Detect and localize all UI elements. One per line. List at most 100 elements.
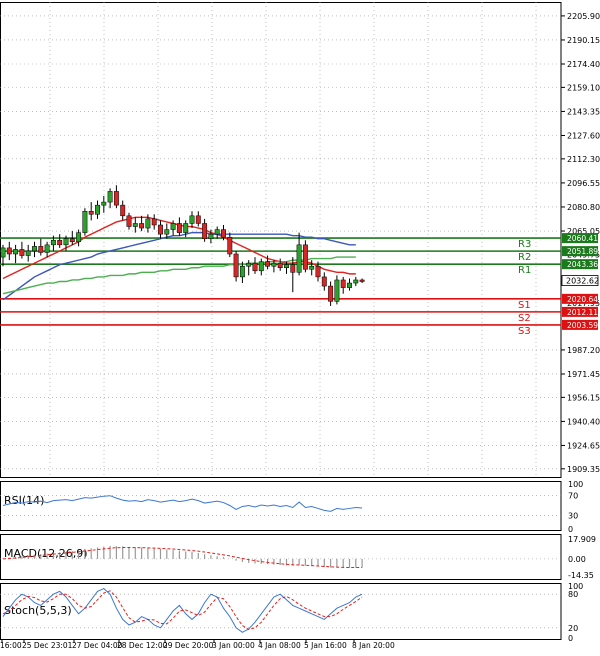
candle-body	[252, 262, 258, 272]
candle-body	[302, 244, 308, 270]
candle-body	[113, 191, 119, 206]
price-axis: 2205.90 2190.15 2174.40 2159.10 2143.35 2127.…	[561, 12, 600, 474]
candle-body	[233, 253, 239, 278]
pivot-price-tag-label: 2043.36	[567, 260, 598, 269]
candle-body	[101, 201, 107, 206]
time-tick-label: 29 Dec 20:00	[163, 641, 214, 650]
macd-panel: MACD(12,26,9) 17.909 0.00 -14.35	[0, 535, 596, 580]
price-tick-label: 1924.65	[567, 441, 600, 450]
time-tick-label: 27 Dec 04:00	[72, 641, 123, 650]
grid-lines	[0, 2, 561, 477]
price-tick-label: 1987.20	[567, 346, 600, 355]
candle-body	[95, 204, 100, 215]
time-tick-label: 25 Dec 23:01	[22, 641, 73, 650]
price-tick-label: 2143.35	[567, 107, 600, 116]
macd-tick-label: 17.909	[568, 535, 596, 544]
candle-body	[57, 240, 63, 246]
time-axis: 16:00 25 Dec 23:01 27 Dec 04:0028 Dec 12:0…	[0, 639, 395, 650]
rsi-tick-label: 0	[568, 525, 573, 534]
candle-body	[19, 249, 25, 256]
price-tick-label: 2080.80	[567, 203, 600, 212]
price-tick-label: 2190.15	[567, 36, 600, 45]
candle-body	[164, 229, 170, 235]
rsi-tick-label: 30	[568, 511, 578, 520]
candle-body	[13, 249, 19, 255]
price-tick-label: 2205.90	[567, 12, 600, 21]
candle-body	[353, 279, 359, 284]
candle-body	[265, 261, 271, 267]
candle-body	[195, 215, 201, 224]
candle-body	[202, 223, 208, 239]
candle-body	[176, 223, 182, 233]
pivot-price-tag-label: 2003.59	[567, 321, 598, 330]
price-tick-label: 1971.45	[567, 370, 600, 379]
candle-body	[6, 247, 12, 255]
pivot-label-s2: S2	[518, 313, 531, 324]
candle-body	[158, 224, 163, 235]
price-tick-label: 1909.35	[567, 465, 600, 474]
candle-body	[139, 223, 145, 229]
candle-body	[359, 279, 365, 282]
candle-body	[126, 215, 132, 227]
candle-body	[50, 240, 56, 246]
candle-body	[258, 261, 264, 272]
candle-body	[151, 218, 157, 226]
candle-body	[107, 191, 113, 203]
candle-body	[120, 204, 126, 217]
rsi-line	[2, 495, 363, 512]
candle-body	[44, 244, 50, 253]
pivot-label-r2: R2	[518, 252, 531, 263]
time-tick-label: 28 Dec 12:00	[117, 641, 168, 650]
pivot-price-tag-label: 2012.11	[567, 308, 598, 317]
pivot-price-tag-label: 2051.89	[567, 247, 598, 256]
candle-body	[0, 247, 6, 258]
candle-body	[340, 279, 346, 288]
rsi-tick-label: 100	[568, 480, 583, 489]
pivot-label-s1: S1	[518, 300, 531, 311]
rsi-tick-label: 70	[568, 492, 578, 501]
candle-body	[221, 229, 226, 238]
time-tick-label: 4 Jan 08:00	[258, 641, 301, 650]
trading-chart: R3 R2 R1 S1 S2 S3 2205.90 2190.15 2174.40 2159.1…	[0, 2, 600, 650]
time-tick-label: 8 Jan 20:00	[352, 641, 395, 650]
macd-tick-label: -14.35	[568, 571, 594, 580]
candle-body	[132, 223, 138, 227]
stoch-tick-label: 80	[568, 590, 578, 599]
candle-body	[334, 279, 340, 302]
candle-body	[321, 276, 327, 287]
candle-body	[315, 265, 321, 278]
pivot-price-tag-label: 2020.64	[567, 295, 598, 304]
rsi-panel: RSI(14) 10070300	[0, 480, 583, 534]
time-tick-label: 3 Jan 00:00	[212, 641, 255, 650]
price-tick-label: 2112.30	[567, 155, 600, 164]
macd-label: MACD(12,26,9)	[4, 547, 88, 560]
price-tick-label: 2127.60	[567, 131, 600, 140]
panel-border	[0, 2, 562, 478]
candle-body	[271, 262, 277, 267]
macd-tick-label: 0.00	[568, 555, 586, 564]
candle-body	[88, 210, 94, 215]
candle-body	[183, 223, 189, 233]
candle-body	[76, 232, 82, 243]
panel-border	[0, 583, 562, 640]
time-tick-label: 16:00	[0, 641, 22, 650]
candlesticks	[0, 185, 365, 306]
stoch-label: Stoch(5,5,3)	[4, 604, 72, 617]
candle-body	[170, 223, 176, 230]
time-tick-label: 5 Jan 16:00	[304, 641, 347, 650]
pivot-label-r1: R1	[518, 265, 531, 276]
price-tick-label: 2159.10	[567, 83, 600, 92]
candle-body	[290, 264, 296, 273]
candle-body	[32, 246, 37, 252]
price-tick-label: 1940.40	[567, 417, 600, 426]
price-tick-label: 2096.55	[567, 179, 600, 188]
candle-body	[347, 282, 352, 288]
pivot-levels: R3 R2 R1 S1 S2 S3	[0, 237, 561, 337]
candle-body	[63, 238, 69, 246]
candle-body	[239, 265, 245, 278]
candle-body	[227, 236, 233, 255]
moving-average-line	[2, 231, 356, 301]
stoch-tick-label: 20	[568, 624, 578, 633]
candle-body	[25, 250, 31, 256]
current-price-label: 2032.62	[566, 277, 599, 286]
